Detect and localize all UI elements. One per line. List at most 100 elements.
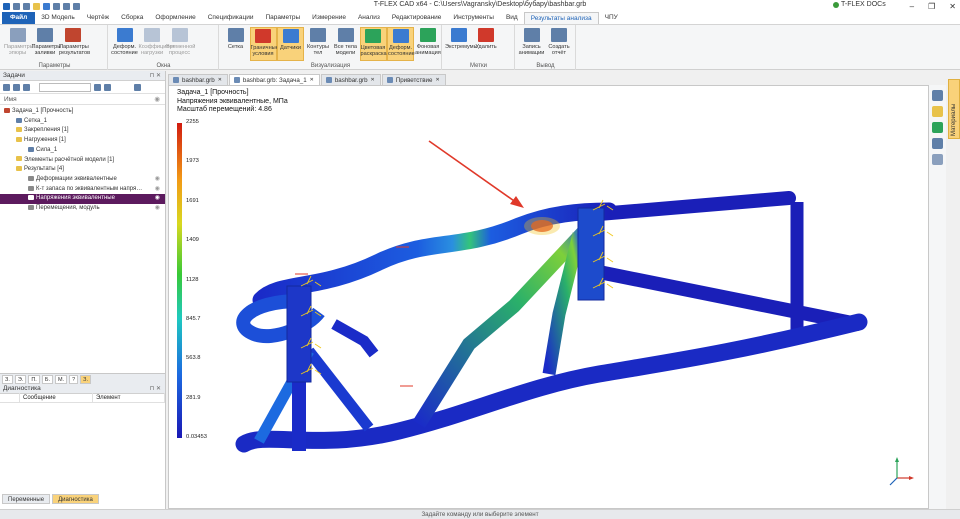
panel-small-tab[interactable]: ? (69, 374, 79, 384)
document-tab[interactable]: bashbar.grb: Задача_1 ✕ (228, 74, 320, 86)
tree-item[interactable]: К-т запаса по эквивалентным напря… ◉ (0, 185, 165, 195)
ribbon-button[interactable]: Удалить (473, 27, 500, 61)
ribbon-button[interactable]: Датчики (277, 27, 304, 61)
back-icon[interactable] (3, 83, 10, 91)
ribbon-button[interactable]: Сетка (222, 27, 249, 61)
tree-item[interactable]: Элементы расчётной модели [1] (0, 156, 165, 166)
home-icon[interactable] (23, 83, 30, 91)
zoom-icon[interactable] (932, 90, 943, 101)
ribbon-tab[interactable]: Измерение (306, 12, 352, 24)
ribbon-button[interactable]: Создать отчёт (546, 27, 573, 61)
tree-item[interactable]: Задача_1 [Прочность] (0, 107, 165, 117)
ribbon-tab[interactable]: Инструменты (447, 12, 500, 24)
rear-upper-rail[interactable] (592, 191, 796, 221)
shading-icon[interactable] (932, 122, 943, 133)
ribbon-tab[interactable]: Чертёж (81, 12, 115, 24)
close-tab-icon[interactable]: ✕ (435, 75, 439, 86)
ribbon-tab[interactable]: Результаты анализа (523, 12, 599, 24)
3d-viewport[interactable]: Задача_1 [Прочность] Напряжения эквивале… (168, 85, 929, 509)
new-file-icon[interactable] (23, 2, 30, 10)
visibility-toggle-icon[interactable]: ◉ (155, 204, 160, 214)
search-icon[interactable] (94, 83, 101, 91)
document-tab[interactable]: bashbar.grb ✕ (168, 74, 228, 85)
diag-column-element[interactable]: Элемент (93, 393, 165, 402)
forward-icon[interactable] (13, 83, 20, 91)
panel-small-tab[interactable]: М. (54, 374, 68, 384)
tree-item[interactable]: Закрепления [1] (0, 126, 165, 136)
frame-model[interactable] (169, 86, 929, 509)
ribbon-button[interactable]: Параметры эпюры (4, 27, 34, 61)
view-options-icon[interactable] (932, 154, 943, 165)
ribbon-button[interactable]: Фоновая анимация (415, 27, 442, 61)
rear-lower-rail[interactable] (592, 265, 864, 331)
filter-select[interactable] (39, 82, 91, 92)
close-tab-icon[interactable]: ✕ (371, 75, 375, 86)
tree-item[interactable]: Напряжения эквивалентные ◉ (0, 194, 165, 204)
tree-item[interactable]: Результаты [4] (0, 165, 165, 175)
ribbon-tab[interactable]: Анализ (352, 12, 386, 24)
ribbon-button[interactable]: Экстремумы (445, 27, 478, 61)
ribbon-button[interactable]: Коэффициент нагрузки (139, 27, 175, 61)
document-tab[interactable]: bashbar.grb ✕ (320, 74, 381, 86)
undo-icon[interactable] (63, 2, 70, 10)
front-mount-plate[interactable] (286, 285, 312, 383)
panel-small-tab[interactable]: З. (2, 374, 13, 384)
ribbon-button[interactable]: Запись анимации (518, 27, 545, 61)
tree-item[interactable]: Перемещения, модуль ◉ (0, 204, 165, 214)
ribbon-tab[interactable]: Параметры (259, 12, 306, 24)
visibility-toggle-icon[interactable]: ◉ (155, 185, 160, 195)
ribbon-button[interactable]: Деформ. состояние (111, 27, 138, 61)
tree-item[interactable]: Нагружения [1] (0, 136, 165, 146)
list-view-icon[interactable] (134, 83, 141, 91)
ribbon-button[interactable]: Деформ. состояние (387, 27, 415, 61)
panel-small-tab[interactable]: З. (80, 374, 92, 384)
docs-brand[interactable]: T-FLEX DOCs (833, 1, 886, 8)
ribbon-button[interactable]: Граничные условия (249, 27, 279, 61)
open-file-icon[interactable] (33, 2, 40, 10)
close-button[interactable]: ✕ (949, 2, 956, 11)
ribbon-button[interactable]: Параметры результатов (59, 27, 90, 61)
visibility-toggle-icon[interactable]: ◉ (155, 194, 160, 204)
panel-pin-icons[interactable]: ⊓ ✕ (150, 71, 161, 81)
ribbon-tab[interactable]: ЧПУ (599, 12, 624, 24)
ribbon-tab[interactable]: Файл (2, 12, 36, 24)
ribbon-button[interactable]: Контуры тел (305, 27, 332, 61)
close-tab-icon[interactable]: ✕ (310, 75, 314, 86)
front-diagonal-brace[interactable] (304, 347, 374, 432)
tab-diagnostics[interactable]: Диагностика (52, 494, 99, 504)
maximize-button[interactable]: ❐ (928, 2, 935, 11)
materials-side-tab[interactable]: Материалы (948, 79, 960, 139)
ribbon-tab[interactable]: Вид (500, 12, 524, 24)
diag-column-message[interactable]: Сообщение (20, 393, 93, 402)
name-column-header[interactable]: Имя ◉ (0, 94, 165, 105)
ribbon-button[interactable]: Цветовая раскраска (359, 27, 387, 61)
tab-variables[interactable]: Переменные (2, 494, 51, 504)
ribbon-tab[interactable]: Редактирование (386, 12, 448, 24)
document-tab[interactable]: Приветствие ✕ (381, 74, 446, 86)
rear-mount-plate[interactable] (577, 207, 605, 301)
redo-icon[interactable] (73, 2, 80, 10)
tree-item[interactable]: Сила_1 (0, 146, 165, 156)
section-icon[interactable] (932, 138, 943, 149)
tree-item[interactable]: Деформации эквивалентные ◉ (0, 175, 165, 185)
ribbon-tab[interactable]: 3D Модель (35, 12, 80, 24)
ribbon-tab[interactable]: Сборка (115, 12, 149, 24)
front-cross-tube[interactable] (331, 319, 379, 358)
ribbon-button[interactable]: Все тела модели (332, 27, 359, 61)
ribbon-button[interactable]: Параметры заливки (32, 27, 61, 61)
minimize-button[interactable]: – (910, 2, 914, 11)
panel-small-tab[interactable]: Э. (14, 374, 27, 384)
menu-icon[interactable] (13, 2, 20, 10)
panel-small-tab[interactable]: Б. (41, 374, 53, 384)
settings-icon[interactable] (104, 83, 111, 91)
close-tab-icon[interactable]: ✕ (218, 75, 222, 86)
tree-item[interactable]: Сетка_1 (0, 117, 165, 127)
save-icon[interactable] (43, 2, 50, 10)
app-icon[interactable] (3, 2, 10, 10)
fit-view-icon[interactable] (932, 106, 943, 117)
visibility-toggle-icon[interactable]: ◉ (155, 175, 160, 185)
ribbon-tab[interactable]: Оформление (149, 12, 201, 24)
print-icon[interactable] (53, 2, 60, 10)
ribbon-tab[interactable]: Спецификации (202, 12, 260, 24)
panel-small-tab[interactable]: П. (28, 374, 40, 384)
